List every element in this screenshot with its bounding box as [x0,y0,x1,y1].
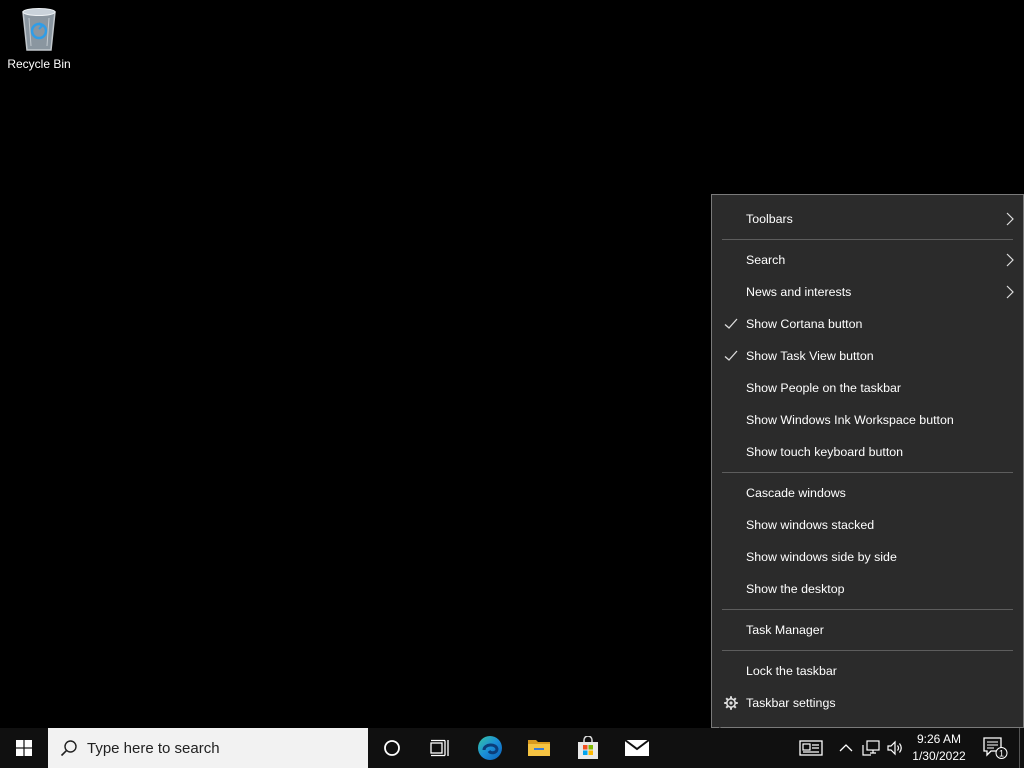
menu-item-label: Show the desktop [746,582,845,596]
taskbar-search-box[interactable]: Type here to search [48,728,368,768]
menu-item-show-windows-ink[interactable]: Show Windows Ink Workspace button [712,404,1023,436]
menu-separator [722,239,1013,240]
gear-icon [724,696,738,710]
mail-icon [624,739,650,756]
menu-item-show-task-view-button[interactable]: Show Task View button [712,340,1023,372]
menu-item-label: Show touch keyboard button [746,445,904,459]
menu-item-label: Lock the taskbar [746,664,837,678]
action-center-button[interactable]: 1 [976,728,1014,768]
menu-item-task-manager[interactable]: Task Manager [712,614,1023,646]
menu-separator [722,609,1013,610]
taskbar-context-menu: Toolbars Search News and interests Show … [711,194,1024,728]
menu-item-show-cortana-button[interactable]: Show Cortana button [712,308,1023,340]
menu-item-taskbar-settings[interactable]: Taskbar settings [712,687,1023,719]
news-icon [799,740,823,756]
store-taskbar-button[interactable] [564,728,612,768]
show-desktop-button[interactable] [1019,728,1024,768]
store-icon [578,736,598,759]
clock-date: 1/30/2022 [912,749,966,763]
menu-item-label: Taskbar settings [746,696,836,710]
menu-item-toolbars[interactable]: Toolbars [712,203,1023,235]
menu-item-label: Toolbars [746,212,793,226]
taskbar-clock[interactable]: 9:26 AM 1/30/2022 [908,731,970,765]
network-icon [862,740,880,756]
search-icon [60,740,77,757]
menu-item-label: Show Task View button [746,349,874,363]
cortana-button[interactable] [368,728,416,768]
task-view-icon [430,739,449,757]
notification-count: 1 [999,749,1004,759]
news-and-interests-button[interactable] [794,728,828,768]
menu-item-label: Show windows side by side [746,550,897,564]
menu-item-label: Task Manager [746,623,824,637]
menu-item-show-windows-stacked[interactable]: Show windows stacked [712,509,1023,541]
menu-item-label: Cascade windows [746,486,846,500]
mail-taskbar-button[interactable] [613,728,661,768]
desktop-icon-label: Recycle Bin [7,57,71,71]
submenu-arrow-icon [1006,253,1014,267]
edge-taskbar-button[interactable] [466,728,514,768]
network-button[interactable] [860,728,882,768]
menu-item-label: Show Cortana button [746,317,863,331]
clock-time: 9:26 AM [916,732,962,746]
menu-separator [722,472,1013,473]
chevron-up-icon [839,744,853,752]
menu-item-news-and-interests[interactable]: News and interests [712,276,1023,308]
menu-separator [722,650,1013,651]
show-hidden-icons-button[interactable] [836,728,856,768]
menu-item-lock-the-taskbar[interactable]: Lock the taskbar [712,655,1023,687]
menu-item-show-windows-side-by-side[interactable]: Show windows side by side [712,541,1023,573]
volume-icon [887,740,902,756]
windows-logo-icon [16,740,32,756]
menu-item-search[interactable]: Search [712,244,1023,276]
menu-item-label: Show Windows Ink Workspace button [746,413,954,427]
checkmark-icon [724,350,738,361]
menu-item-cascade-windows[interactable]: Cascade windows [712,477,1023,509]
cortana-icon [384,740,400,756]
file-explorer-icon [528,740,550,756]
taskbar: Type here to search 9:26 AM 1/30/2022 1 [0,728,1024,768]
menu-item-label: Show windows stacked [746,518,875,532]
checkmark-icon [724,318,738,329]
desktop-icon-recycle-bin[interactable]: Recycle Bin [6,6,72,71]
menu-item-show-the-desktop[interactable]: Show the desktop [712,573,1023,605]
search-placeholder: Type here to search [87,739,220,757]
menu-item-label: News and interests [746,285,852,299]
edge-icon [478,736,502,760]
volume-button[interactable] [884,728,906,768]
menu-item-label: Show People on the taskbar [746,381,901,395]
menu-item-show-people[interactable]: Show People on the taskbar [712,372,1023,404]
start-button[interactable] [0,728,48,768]
submenu-arrow-icon [1006,212,1014,226]
menu-item-show-touch-keyboard[interactable]: Show touch keyboard button [712,436,1023,468]
recycle-bin-icon [22,8,56,51]
task-view-button[interactable] [416,728,464,768]
file-explorer-taskbar-button[interactable] [515,728,563,768]
submenu-arrow-icon [1006,285,1014,299]
menu-item-label: Search [746,253,786,267]
notification-icon: 1 [983,737,1008,759]
